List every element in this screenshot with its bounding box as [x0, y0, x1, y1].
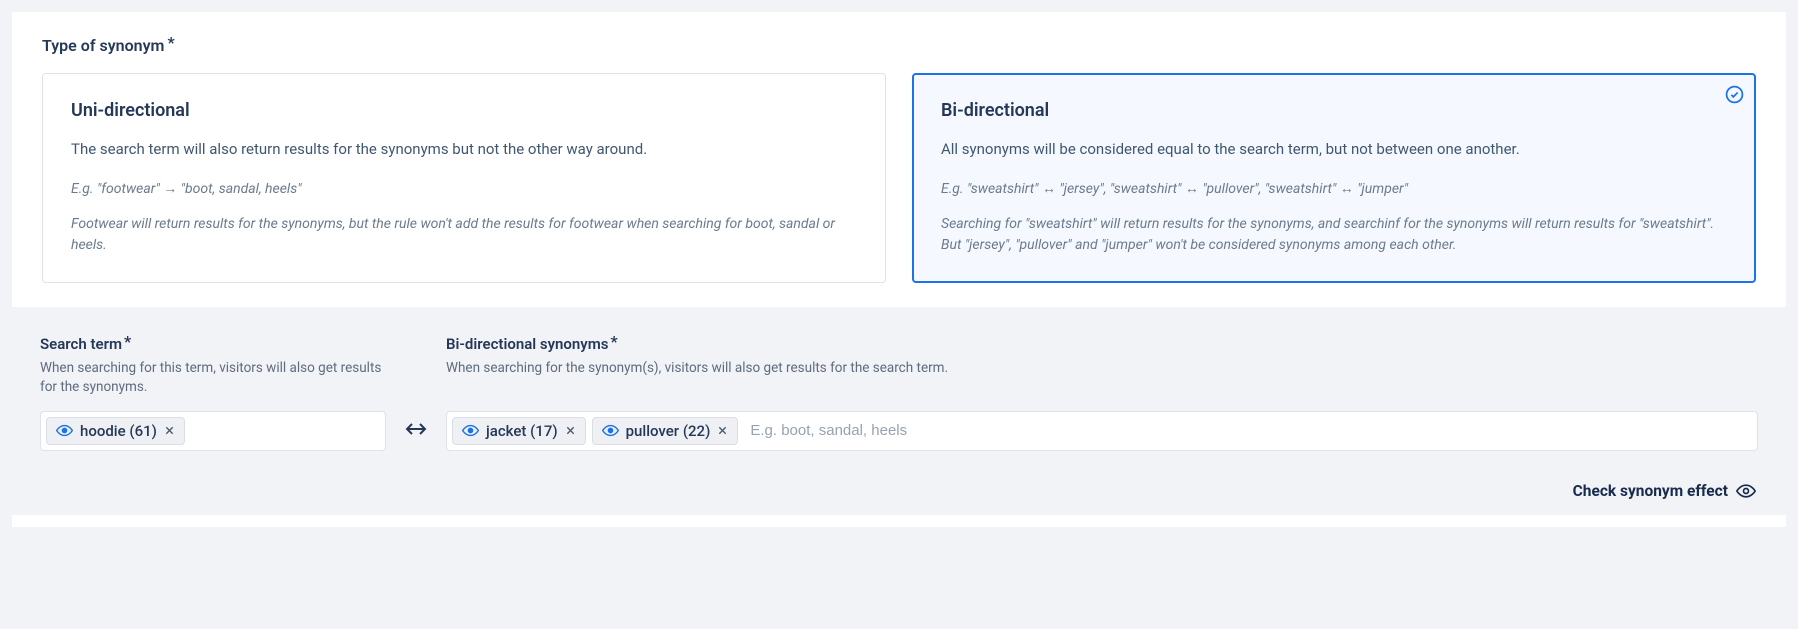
eye-icon[interactable] [462, 422, 479, 439]
card-title: Bi-directional [941, 100, 1727, 121]
token-label: hoodie (61) [80, 422, 157, 440]
token-label: jacket (17) [486, 422, 558, 440]
eye-icon[interactable] [1736, 481, 1756, 501]
card-uni-directional[interactable]: Uni-directional The search term will als… [42, 73, 886, 283]
search-term-help: When searching for this term, visitors w… [40, 359, 386, 397]
terms-section: Search term * When searching for this te… [12, 307, 1786, 515]
card-example: E.g. "footwear" → "boot, sandal, heels" [71, 179, 857, 200]
eye-icon[interactable] [602, 422, 619, 439]
token-label: pullover (22) [626, 422, 711, 440]
card-explanation: Footwear will return results for the syn… [71, 214, 857, 256]
section-title: Type of synonym * [12, 36, 1786, 73]
eye-icon[interactable] [56, 422, 73, 439]
card-bi-directional[interactable]: Bi-directional All synonyms will be cons… [912, 73, 1756, 283]
panel: Type of synonym * Uni-directional The se… [12, 12, 1786, 527]
card-description: All synonyms will be considered equal to… [941, 139, 1727, 161]
token-jacket: jacket (17) [452, 417, 586, 445]
token-pullover: pullover (22) [592, 417, 739, 445]
synonyms-text-input[interactable] [744, 416, 1752, 445]
card-example: E.g. "sweatshirt" ↔ "jersey", "sweatshir… [941, 179, 1727, 200]
required-asterisk: * [124, 332, 131, 351]
close-icon[interactable] [565, 425, 576, 436]
card-explanation: Searching for "sweatshirt" will return r… [941, 214, 1727, 256]
search-term-label: Search term * [40, 335, 386, 354]
synonyms-help: When searching for the synonym(s), visit… [446, 359, 1758, 397]
synonyms-input[interactable]: jacket (17) [446, 411, 1758, 451]
synonyms-field: Bi-directional synonyms * When searching… [446, 335, 1758, 451]
footer: Check synonym effect [40, 481, 1758, 501]
search-term-field: Search term * When searching for this te… [40, 335, 386, 451]
required-asterisk: * [611, 332, 618, 351]
card-description: The search term will also return results… [71, 139, 857, 161]
card-title: Uni-directional [71, 100, 857, 121]
token-hoodie: hoodie (61) [46, 417, 185, 445]
check-synonym-effect-link[interactable]: Check synonym effect [1573, 482, 1728, 500]
check-circle-icon [1725, 85, 1744, 108]
close-icon[interactable] [164, 425, 175, 436]
inputs-row: Search term * When searching for this te… [40, 335, 1758, 451]
search-term-input[interactable]: hoodie (61) [40, 411, 386, 451]
section-title-text: Type of synonym [42, 36, 164, 55]
close-icon[interactable] [717, 425, 728, 436]
synonyms-label: Bi-directional synonyms * [446, 335, 1758, 354]
required-asterisk: * [167, 33, 174, 52]
type-cards-row: Uni-directional The search term will als… [12, 73, 1786, 283]
bidirectional-arrow-icon [404, 418, 428, 451]
